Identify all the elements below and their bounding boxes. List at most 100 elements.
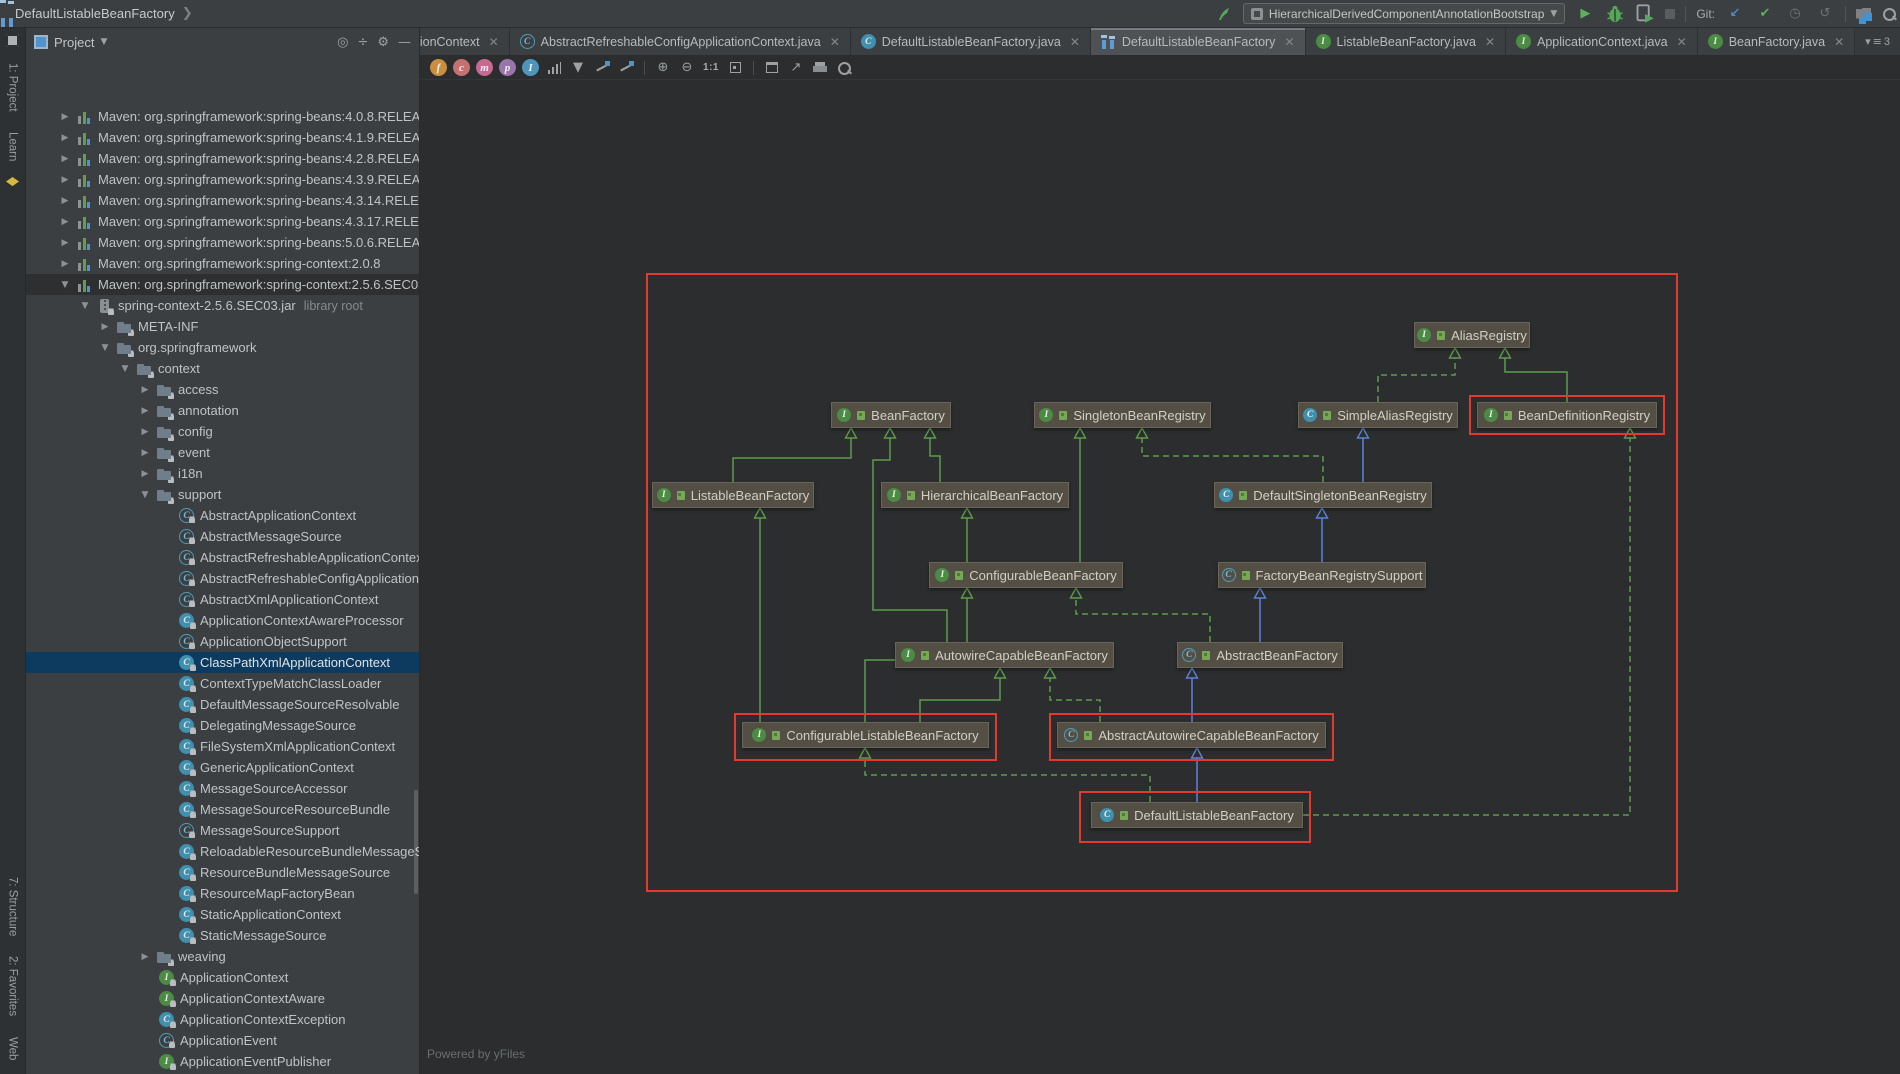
tree-expand-arrow[interactable]: ▶ — [60, 217, 70, 227]
tree-row[interactable]: ▶ event — [26, 442, 419, 463]
stripe-item-structure[interactable]: 7: Structure — [7, 877, 19, 936]
stripe-item-favorites[interactable]: 2: Favorites — [7, 956, 19, 1016]
editor-tab[interactable]: I ListableBeanFactory.java ✕ — [1305, 28, 1506, 55]
save-diagram-button[interactable] — [763, 59, 781, 77]
relationship-mode-button[interactable] — [617, 59, 635, 77]
close-tab-icon[interactable]: ✕ — [1070, 35, 1080, 49]
tree-row[interactable]: ▶ Maven: org.springframework:spring-beans… — [26, 127, 419, 148]
history-button[interactable]: ◷ — [1785, 4, 1805, 24]
stripe-item-learn[interactable]: Learn — [7, 132, 19, 161]
close-tab-icon[interactable]: ✕ — [489, 35, 499, 49]
git-update-button[interactable]: ↙ — [1725, 4, 1745, 24]
tree-row[interactable]: ▼ Maven: org.springframework:spring-conte… — [26, 274, 419, 295]
tree-row[interactable]: ▶ Maven: org.springframework:spring-beans… — [26, 211, 419, 232]
tree-scrollbar[interactable] — [414, 790, 418, 894]
fit-content-button[interactable] — [726, 59, 744, 77]
find-button[interactable] — [835, 59, 853, 77]
editor-tab[interactable]: C DefaultListableBeanFactory.java ✕ — [850, 28, 1091, 55]
run-button[interactable]: ▶ — [1575, 4, 1595, 24]
project-structure-icon[interactable] — [1856, 8, 1872, 21]
filter-button[interactable]: ▼ — [569, 59, 587, 77]
close-tab-icon[interactable]: ✕ — [1284, 35, 1294, 49]
tree-row[interactable]: C MessageSourceSupport — [26, 820, 419, 841]
show-properties-button[interactable]: p — [499, 59, 516, 76]
tree-row[interactable]: ▶ Maven: org.springframework:spring-beans… — [26, 169, 419, 190]
tree-row[interactable]: I ApplicationContext — [26, 967, 419, 988]
show-fields-button[interactable]: f — [430, 59, 447, 76]
print-button[interactable] — [811, 59, 829, 77]
tree-expand-arrow[interactable]: ▶ — [100, 322, 110, 332]
tree-row[interactable]: C FileSystemXmlApplicationContext — [26, 736, 419, 757]
tree-row[interactable]: C DelegatingMessageSource — [26, 715, 419, 736]
close-tab-icon[interactable]: ✕ — [1677, 35, 1687, 49]
tree-row[interactable]: I ApplicationEventPublisher — [26, 1051, 419, 1072]
editor-tab[interactable]: I ApplicationContext.java ✕ — [1506, 28, 1698, 55]
tree-row[interactable]: ▶ annotation — [26, 400, 419, 421]
tree-row[interactable]: I ApplicationContextAware — [26, 988, 419, 1009]
show-methods-button[interactable]: m — [476, 59, 493, 76]
tree-expand-arrow[interactable]: ▶ — [140, 952, 150, 962]
tree-row[interactable]: C ApplicationContextException — [26, 1009, 419, 1030]
tree-row[interactable]: ▶ weaving — [26, 946, 419, 967]
locate-file-button[interactable]: ◎ — [337, 35, 348, 50]
settings-gear-icon[interactable]: ⚙ — [377, 35, 389, 50]
stop-button[interactable] — [1665, 8, 1676, 19]
tree-row[interactable]: ▼ support — [26, 484, 419, 505]
show-inner-classes-button[interactable]: I — [522, 59, 539, 76]
tree-row[interactable]: ▼ context — [26, 358, 419, 379]
tree-row[interactable]: C AbstractXmlApplicationContext — [26, 589, 419, 610]
tree-expand-arrow[interactable]: ▶ — [60, 175, 70, 185]
tree-expand-arrow[interactable]: ▶ — [140, 406, 150, 416]
tree-row[interactable]: ▶ Maven: org.springframework:spring-beans… — [26, 232, 419, 253]
breadcrumb[interactable]: DefaultListableBeanFactory ❯ — [0, 6, 193, 21]
tree-row[interactable]: C AbstractMessageSource — [26, 526, 419, 547]
tree-row[interactable]: C StaticMessageSource — [26, 925, 419, 946]
export-button[interactable]: ↗ — [787, 59, 805, 77]
tree-row[interactable]: ▶ Maven: org.springframework:spring-beans… — [26, 190, 419, 211]
tree-row[interactable]: ▶ Maven: org.springframework:spring-conte… — [26, 253, 419, 274]
tree-row[interactable]: C ContextTypeMatchClassLoader — [26, 673, 419, 694]
stripe-item-project[interactable]: 1: Project — [7, 63, 19, 112]
tree-row[interactable]: C ApplicationContextAwareProcessor — [26, 610, 419, 631]
collapse-all-button[interactable]: ÷ — [357, 35, 368, 50]
tree-collapse-arrow[interactable]: ▼ — [100, 343, 110, 353]
editor-tab[interactable]: C AbstractRefreshableConfigApplicationCon… — [509, 28, 851, 55]
tree-row[interactable]: ▶ i18n — [26, 463, 419, 484]
tree-collapse-arrow[interactable]: ▼ — [60, 280, 70, 290]
tree-collapse-arrow[interactable]: ▼ — [140, 490, 150, 500]
tree-row[interactable]: C AbstractRefreshableApplicationContext — [26, 547, 419, 568]
editor-tab[interactable]: DefaultListableBeanFactory ✕ — [1090, 28, 1306, 55]
tree-row[interactable]: ▶ config — [26, 421, 419, 442]
zoom-out-button[interactable]: ⊖ — [678, 59, 696, 77]
tree-expand-arrow[interactable]: ▶ — [60, 133, 70, 143]
tree-row[interactable]: ▼ org.springframework — [26, 337, 419, 358]
tree-row[interactable]: C DefaultMessageSourceResolvable — [26, 694, 419, 715]
run-with-coverage-button[interactable] — [1635, 3, 1655, 24]
build-icon[interactable] — [1215, 5, 1233, 23]
tree-expand-arrow[interactable]: ▶ — [140, 427, 150, 437]
run-configuration-select[interactable]: HierarchicalDerivedComponentAnnotationBo… — [1242, 3, 1566, 24]
tree-expand-arrow[interactable]: ▶ — [140, 385, 150, 395]
tree-row[interactable]: C AbstractApplicationContext — [26, 505, 419, 526]
search-everywhere-icon[interactable] — [1882, 7, 1896, 21]
tree-expand-arrow[interactable]: ▶ — [140, 448, 150, 458]
edge-creation-mode-button[interactable] — [593, 59, 611, 77]
tree-row[interactable]: ▼ spring-context-2.5.6.SEC03.jar library r… — [26, 295, 419, 316]
tree-row[interactable]: C MessageSourceResourceBundle — [26, 799, 419, 820]
editor-tab[interactable]: I BeanFactory.java ✕ — [1697, 28, 1856, 55]
git-commit-button[interactable]: ✔ — [1755, 4, 1775, 24]
tree-collapse-arrow[interactable]: ▼ — [120, 364, 130, 374]
tree-row[interactable]: ▶ access — [26, 379, 419, 400]
tree-collapse-arrow[interactable]: ▼ — [80, 301, 90, 311]
tree-row[interactable]: ▶ META-INF — [26, 316, 419, 337]
editor-tab[interactable]: mlApplicationContext ✕ — [420, 28, 510, 55]
tree-row[interactable]: C ResourceBundleMessageSource — [26, 862, 419, 883]
tree-row[interactable]: C AbstractRefreshableConfigApplicationCon… — [26, 568, 419, 589]
tree-row[interactable]: C ApplicationEvent — [26, 1030, 419, 1051]
rollback-button[interactable]: ↺ — [1815, 4, 1835, 24]
tree-row[interactable]: C StaticApplicationContext — [26, 904, 419, 925]
hidden-tabs-dropdown[interactable]: ▾ ≡ 3 — [1855, 28, 1900, 55]
debug-button[interactable] — [1605, 4, 1625, 24]
tree-row[interactable]: ▶ Maven: org.springframework:spring-beans… — [26, 106, 419, 127]
zoom-in-button[interactable]: ⊕ — [654, 59, 672, 77]
